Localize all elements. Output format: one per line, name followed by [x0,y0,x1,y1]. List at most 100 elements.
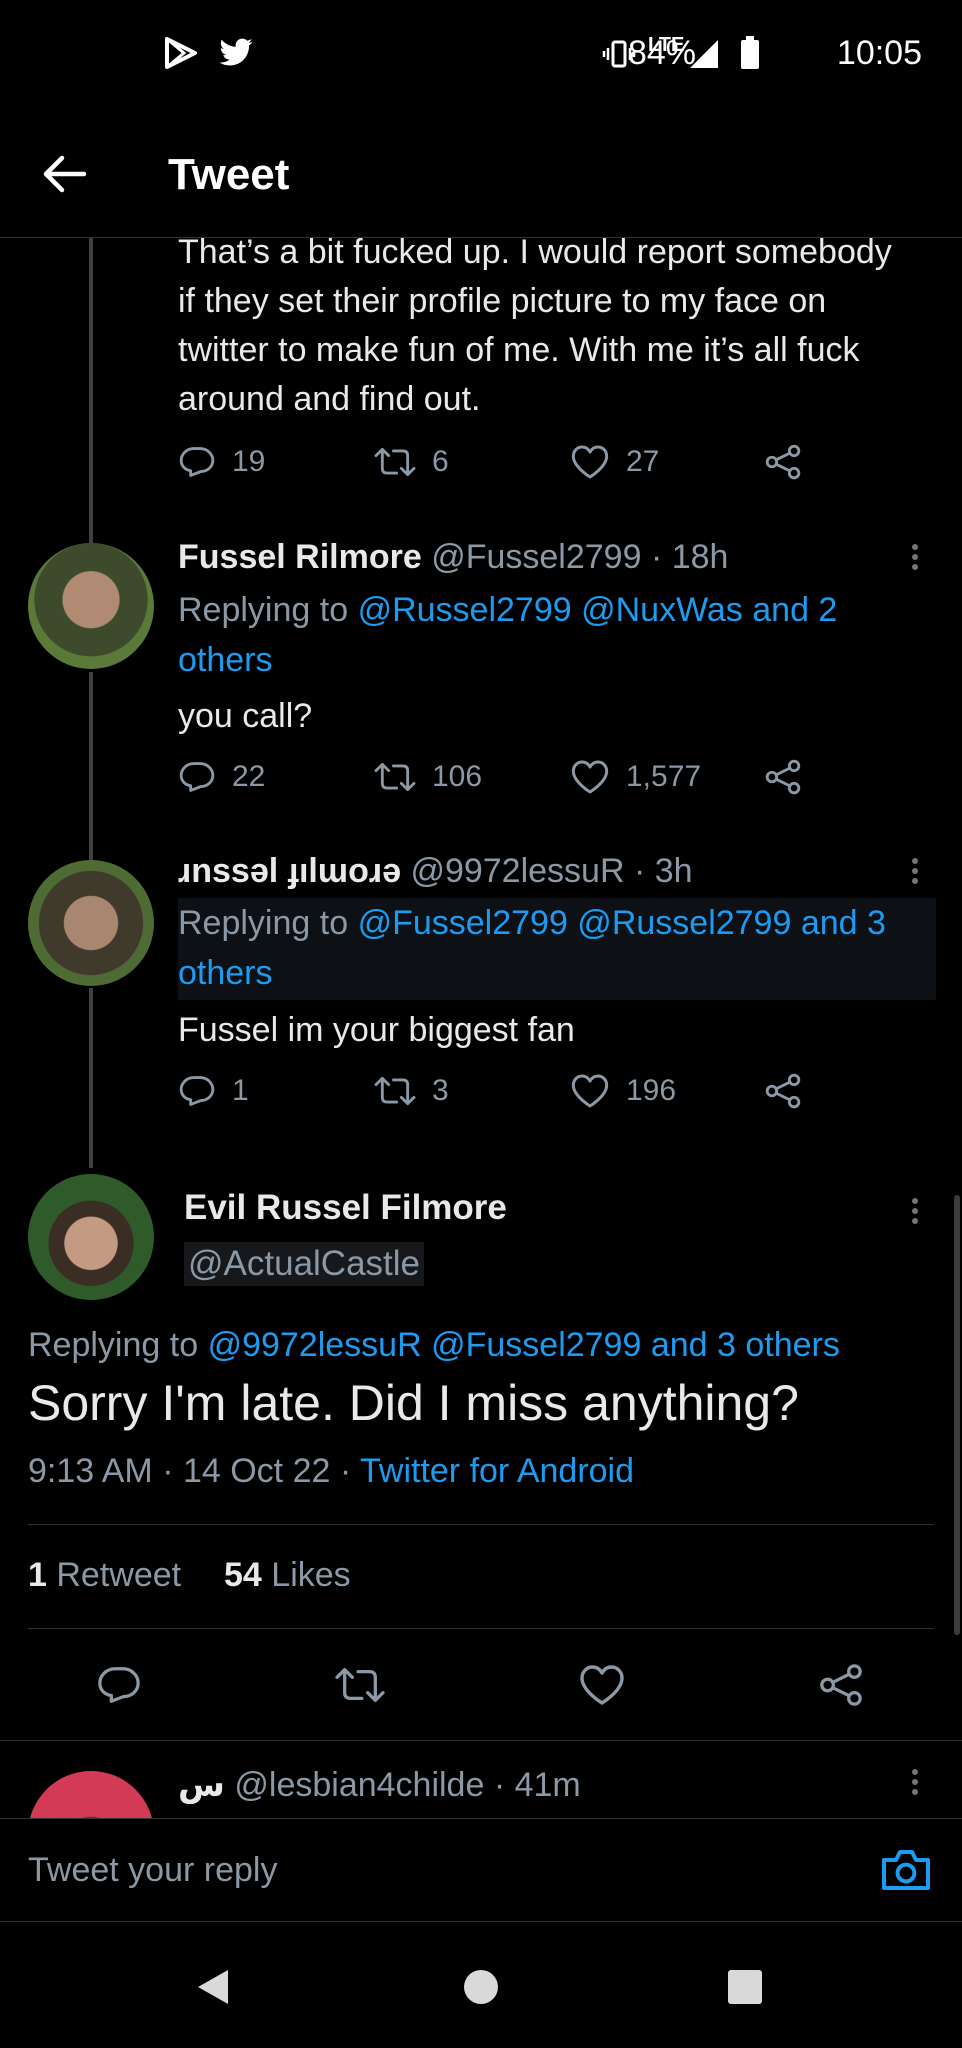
avatar[interactable] [28,860,154,986]
thread-line [89,988,93,1168]
heart-icon [571,1074,609,1108]
handle[interactable]: @lesbian4childe [234,1766,484,1804]
replying-prefix: Replying to [28,1326,199,1364]
tweet-header: ɹnssǝl ɟılɯoɹǝ @9972lessuR · 3h [178,852,693,891]
display-name[interactable]: س [178,1766,225,1804]
retweet-icon[interactable] [334,1662,386,1708]
share-icon [765,1073,801,1109]
reply-icon [179,447,215,477]
heart-icon[interactable] [578,1662,626,1708]
thread-line [89,238,93,543]
handle[interactable]: @9972lessuR [410,852,624,890]
divider [28,1524,934,1525]
nav-back-icon[interactable] [196,1968,230,2006]
timestamp: · 3h [633,852,693,890]
reply-count: 22 [232,760,266,793]
nav-recents-icon[interactable] [728,1970,762,2004]
reply-composer[interactable]: Tweet your reply [0,1818,962,1922]
reply-icon[interactable] [96,1662,142,1708]
retweet-button[interactable]: 106 [374,758,482,796]
tweet-client-link[interactable]: Twitter for Android [360,1452,634,1490]
reply-icon [179,762,215,792]
share-button[interactable] [764,1072,802,1110]
replying-targets[interactable]: @9972lessuR @Fussel2799 and 3 others [208,1326,840,1364]
avatar[interactable] [28,543,154,669]
replying-to: Replying to @Russel2799 @NuxWas and 2 ot… [178,585,908,685]
tweet-timestamp: 9:13 AM · 14 Oct 22 · [28,1452,352,1490]
back-arrow-icon[interactable] [42,154,86,194]
retweet-button[interactable]: 3 [374,1072,449,1110]
divider [28,1628,934,1629]
reply-icon [179,1076,215,1106]
share-icon[interactable] [818,1662,864,1708]
tweet-actions: 22 106 1,577 [178,758,818,808]
heart-icon [571,445,609,479]
display-name[interactable]: Evil Russel Filmore [184,1188,507,1228]
retweet-icon [374,762,416,792]
like-count: 1,577 [626,760,702,793]
reply-count: 1 [232,1074,249,1107]
reply-input[interactable]: Tweet your reply [28,1851,277,1890]
retweet-total-label[interactable]: Retweet [56,1556,181,1594]
display-name[interactable]: Fussel Rilmore [178,538,422,576]
camera-icon[interactable] [880,1847,932,1893]
reply-button[interactable]: 1 [178,1072,249,1110]
tweet-text: you call? [178,697,313,735]
like-button[interactable]: 196 [570,1072,676,1110]
timestamp: · 41m [493,1766,581,1804]
nav-home-icon[interactable] [464,1970,498,2004]
clock: 10:05 [836,34,922,72]
retweet-icon [374,1076,416,1106]
tweet-text: Fussel im your biggest fan [178,1011,575,1049]
battery-icon [740,36,760,70]
reply-count: 19 [232,445,266,478]
next-reply[interactable]: س @lesbian4childe · 41m [0,1741,962,1818]
header: Tweet [0,110,962,238]
system-nav-bar [0,1922,962,2048]
tweet-meta: 9:13 AM · 14 Oct 22 · Twitter for Androi… [28,1452,634,1491]
tweet-text: That’s a bit fucked up. I would report s… [178,233,892,418]
avatar[interactable] [28,1771,154,1818]
share-icon [765,759,801,795]
more-options-icon[interactable] [900,854,930,894]
engagement-stats: 1 Retweet 54 Likes [28,1556,351,1595]
replying-to: Replying to @9972lessuR @Fussel2799 and … [28,1320,948,1370]
retweet-total[interactable]: 1 [28,1556,47,1594]
display-name[interactable]: ɹnssǝl ɟılɯoɹǝ [178,852,401,890]
twitter-bird-icon [218,38,254,68]
like-count: 196 [626,1074,677,1107]
tweet-header: Fussel Rilmore @Fussel2799 · 18h [178,538,728,577]
tweet-actions: 19 6 27 [178,443,818,493]
replying-prefix: Replying to [178,904,349,942]
retweet-button[interactable]: 6 [374,443,449,481]
timestamp: · 18h [650,538,729,576]
share-button[interactable] [764,443,802,481]
like-button[interactable]: 1,577 [570,758,701,796]
share-button[interactable] [764,758,802,796]
retweet-count: 106 [432,760,483,793]
replying-prefix: Replying to [178,591,349,629]
scrollbar[interactable] [954,1195,960,1635]
tweet-actions: 1 3 196 [178,1072,818,1122]
main-tweet-text: Sorry I'm late. Did I miss anything? [28,1375,799,1431]
thread-line [89,672,93,860]
retweet-count: 6 [432,445,449,478]
more-options-icon[interactable] [900,540,930,580]
like-count: 27 [626,445,660,478]
like-total[interactable]: 54 [224,1556,262,1594]
handle[interactable]: @Fussel2799 [431,538,641,576]
reply-button[interactable]: 19 [178,443,265,481]
reply-button[interactable]: 22 [178,758,265,796]
more-options-icon[interactable] [900,1194,930,1234]
heart-icon [571,760,609,794]
status-bar: LTE 84% 10:05 [0,0,962,110]
share-icon [765,444,801,480]
avatar[interactable] [28,1174,154,1300]
page-title: Tweet [168,150,290,199]
handle[interactable]: @ActualCastle [184,1242,425,1286]
play-store-icon [164,36,200,70]
more-options-icon[interactable] [900,1765,930,1805]
like-total-label[interactable]: Likes [271,1556,350,1594]
like-button[interactable]: 27 [570,443,659,481]
replying-to: Replying to @Fussel2799 @Russel2799 and … [178,898,936,1000]
